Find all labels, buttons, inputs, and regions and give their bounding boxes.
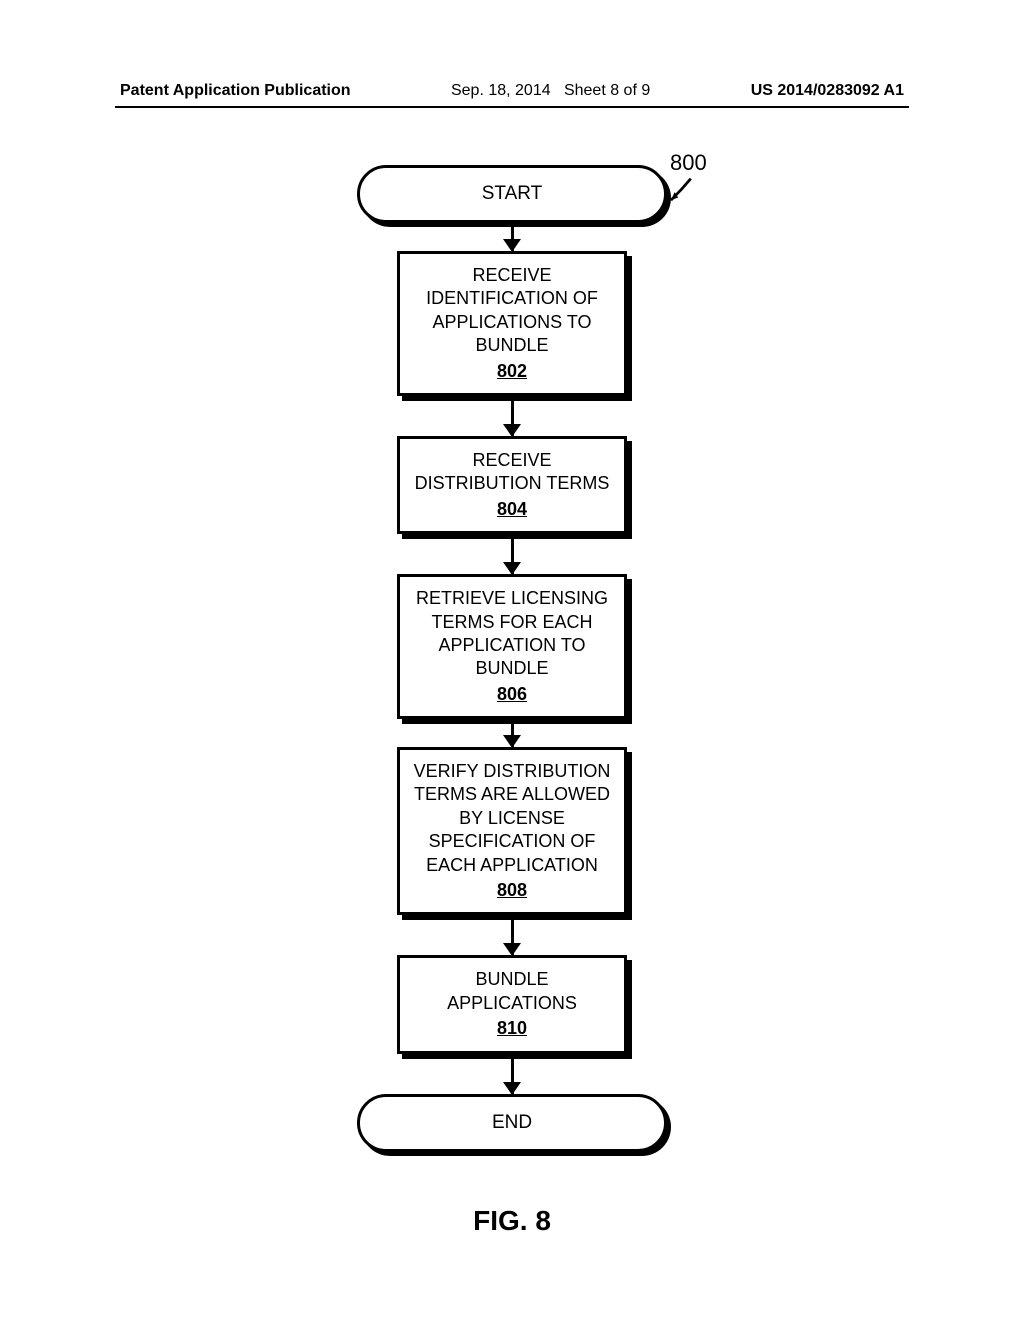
flowchart: 800 START RECEIVE IDENTIFICATION OF APPL… bbox=[0, 165, 1024, 1152]
end-label: END bbox=[492, 1112, 532, 1134]
process-ref: 806 bbox=[497, 683, 527, 706]
flowchart-ref-number: 800 bbox=[670, 150, 707, 176]
ref-arrow-icon bbox=[662, 175, 698, 211]
process-text: RECEIVE IDENTIFICATION OF APPLICATIONS T… bbox=[412, 264, 612, 358]
process-step-802: RECEIVE IDENTIFICATION OF APPLICATIONS T… bbox=[397, 251, 627, 396]
process-text: RETRIEVE LICENSING TERMS FOR EACH APPLIC… bbox=[412, 587, 612, 681]
connector-arrow bbox=[511, 1054, 514, 1094]
process-step-808: VERIFY DISTRIBUTION TERMS ARE ALLOWED BY… bbox=[397, 747, 627, 915]
header-date-sheet: Sep. 18, 2014 Sheet 8 of 9 bbox=[451, 82, 650, 100]
process-step-806: RETRIEVE LICENSING TERMS FOR EACH APPLIC… bbox=[397, 574, 627, 719]
end-terminal: END bbox=[357, 1094, 667, 1152]
header-publication: Patent Application Publication bbox=[120, 82, 351, 100]
connector-arrow bbox=[511, 396, 514, 436]
header-pubno: US 2014/0283092 A1 bbox=[751, 82, 904, 100]
page-header: Patent Application Publication Sep. 18, … bbox=[0, 82, 1024, 100]
connector-arrow bbox=[511, 223, 514, 251]
figure-label: FIG. 8 bbox=[0, 1205, 1024, 1237]
start-label: START bbox=[482, 183, 543, 205]
process-step-804: RECEIVE DISTRIBUTION TERMS 804 bbox=[397, 436, 627, 534]
connector-arrow bbox=[511, 719, 514, 747]
process-ref: 808 bbox=[497, 879, 527, 902]
header-rule bbox=[115, 106, 909, 108]
start-terminal: START bbox=[357, 165, 667, 223]
process-text: RECEIVE DISTRIBUTION TERMS bbox=[412, 449, 612, 496]
process-ref: 810 bbox=[497, 1017, 527, 1040]
process-step-810: BUNDLE APPLICATIONS 810 bbox=[397, 955, 627, 1053]
process-text: VERIFY DISTRIBUTION TERMS ARE ALLOWED BY… bbox=[412, 760, 612, 877]
process-ref: 802 bbox=[497, 360, 527, 383]
connector-arrow bbox=[511, 534, 514, 574]
process-text: BUNDLE APPLICATIONS bbox=[412, 968, 612, 1015]
connector-arrow bbox=[511, 915, 514, 955]
process-ref: 804 bbox=[497, 498, 527, 521]
